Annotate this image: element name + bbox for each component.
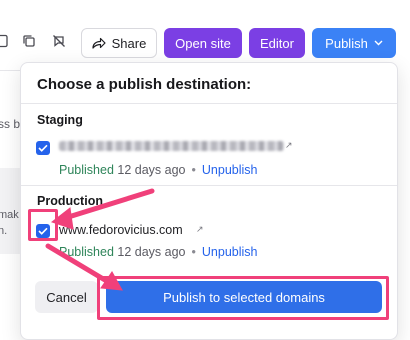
checkbox-highlight: [28, 209, 58, 241]
external-link-icon[interactable]: ↗: [285, 140, 293, 151]
staging-status: Published 12 days ago • Unpublish: [59, 163, 257, 177]
production-section-title: Production: [37, 194, 103, 208]
publish-label: Publish: [325, 35, 368, 51]
production-unpublish-link[interactable]: Unpublish: [202, 245, 258, 259]
share-label: Share: [111, 35, 147, 51]
staging-checkbox[interactable]: [36, 141, 50, 155]
share-arrow-icon: [92, 37, 106, 49]
staging-domain-redacted[interactable]: [59, 141, 284, 151]
external-link-icon[interactable]: ↗: [196, 224, 204, 235]
divider: [21, 103, 397, 104]
separator-dot: •: [191, 245, 196, 259]
background-divider: [0, 70, 20, 71]
staging-unpublish-link[interactable]: Unpublish: [202, 163, 258, 177]
background-text: n.: [0, 225, 8, 237]
production-domain[interactable]: www.fedorovicius.com: [59, 223, 183, 237]
published-time: 12 days ago: [117, 163, 186, 177]
published-status: Published: [59, 163, 114, 177]
dropdown-title: Choose a publish destination:: [37, 76, 252, 93]
submit-highlight: [97, 276, 389, 320]
background-text: mak: [0, 209, 19, 221]
editor-button[interactable]: Editor: [249, 28, 305, 58]
cancel-label: Cancel: [46, 289, 87, 305]
background-text: ss b: [0, 117, 21, 131]
separator-dot: •: [191, 163, 196, 177]
open-site-label: Open site: [175, 35, 231, 51]
published-status: Published: [59, 245, 114, 259]
cancel-button[interactable]: Cancel: [35, 281, 98, 313]
production-status: Published 12 days ago • Unpublish: [59, 245, 257, 259]
editor-label: Editor: [260, 35, 294, 51]
share-button[interactable]: Share: [81, 28, 157, 58]
staging-section-title: Staging: [37, 113, 83, 127]
published-time: 12 days ago: [117, 245, 186, 259]
chevron-down-icon: [374, 40, 383, 46]
open-site-button[interactable]: Open site: [164, 28, 242, 58]
checkmark-icon: [38, 144, 48, 152]
copy-icon[interactable]: [18, 30, 40, 52]
no-comment-icon[interactable]: [48, 30, 70, 52]
page-icon[interactable]: [0, 30, 14, 52]
publish-button[interactable]: Publish: [312, 28, 396, 58]
top-toolbar: Share Open site Editor Publish: [0, 0, 410, 70]
divider: [21, 185, 397, 186]
